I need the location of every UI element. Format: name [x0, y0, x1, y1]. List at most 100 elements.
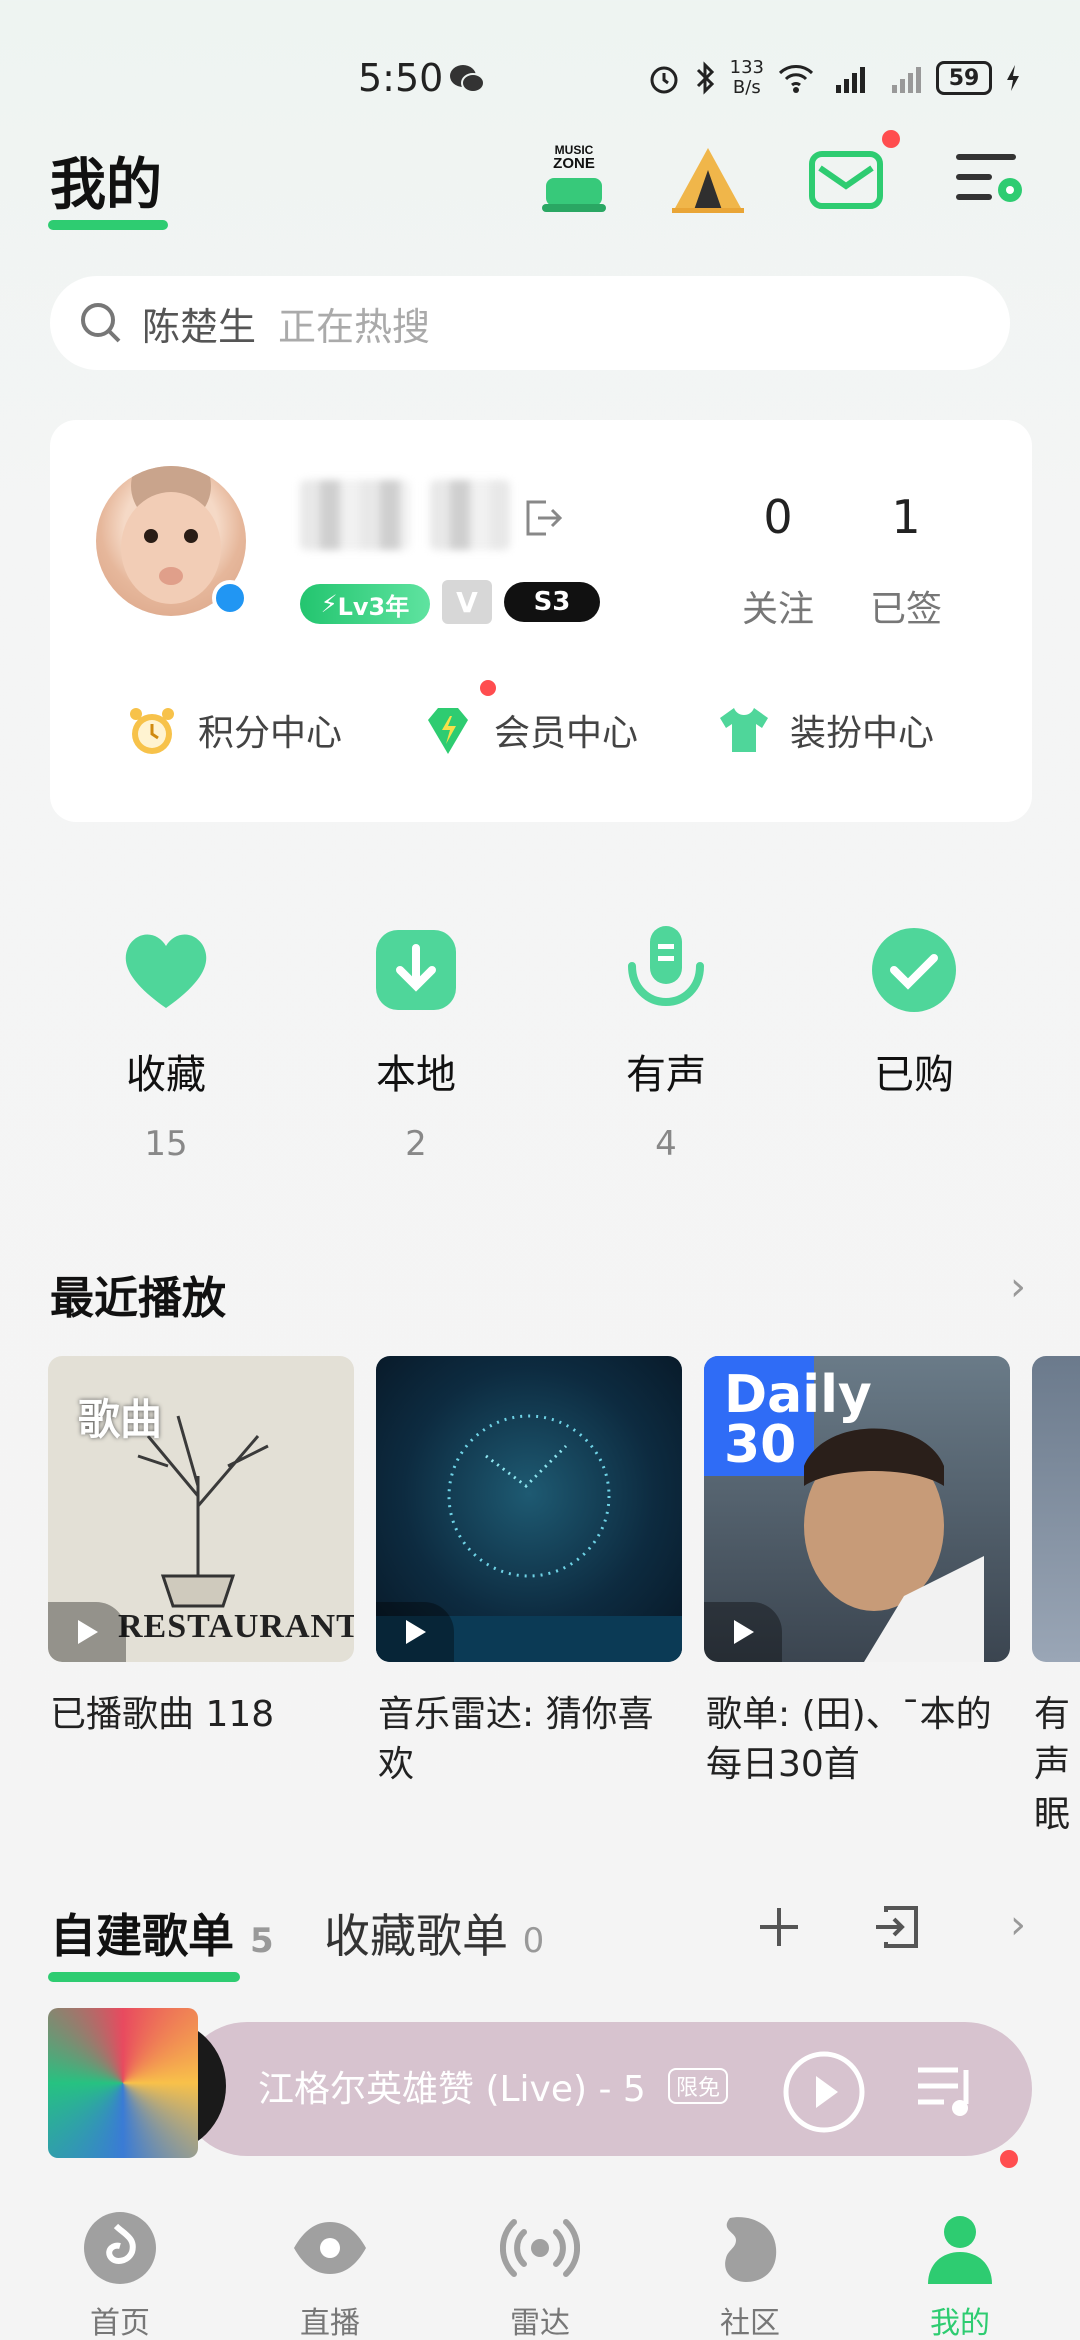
nav-community[interactable]: 社区 — [680, 2208, 820, 2340]
free-tag: 限免 — [668, 2068, 729, 2104]
status-bar: 5:50 133 B/s 59 — [0, 40, 1080, 120]
eye-icon — [294, 2222, 366, 2274]
follow-label[interactable]: 关注 — [718, 580, 838, 632]
community-blob-icon — [725, 2217, 777, 2282]
local-button[interactable]: 本地 2 — [336, 920, 496, 1164]
search-hint: 正在热搜 — [278, 304, 431, 349]
signed-label[interactable]: 已签 — [846, 580, 966, 632]
search-bar[interactable]: 陈楚生 正在热搜 — [50, 276, 1010, 370]
microphone-icon — [628, 926, 704, 1007]
nav-mine-label: 我的 — [930, 2306, 990, 2340]
net-speed: 133 B/s — [730, 58, 764, 98]
play-icon — [406, 1620, 426, 1644]
nav-live[interactable]: 直播 — [260, 2208, 400, 2340]
signal-secondary-icon — [892, 67, 921, 93]
signed-count[interactable]: 1 — [846, 490, 966, 544]
member-center-label: 会员中心 — [494, 713, 639, 754]
play-button[interactable] — [48, 1602, 126, 1662]
search-query: 陈楚生 — [142, 304, 257, 349]
dressup-center-button[interactable]: 装扮中心 — [714, 700, 934, 760]
vip-badge-icon[interactable]: V — [442, 580, 492, 624]
level-badge-text: Lv3年 — [337, 592, 410, 621]
play-button[interactable] — [704, 1602, 782, 1662]
play-button[interactable] — [376, 1602, 454, 1662]
audio-label: 有声 — [626, 1052, 706, 1098]
mini-player-title[interactable]: 江格尔英雄赞 (Live) - 5 — [258, 2060, 658, 2112]
nav-radar-label: 雷达 — [510, 2306, 570, 2340]
audio-count: 4 — [655, 1124, 677, 1164]
tab-collected-playlists[interactable]: 收藏歌单 0 — [324, 1900, 544, 1966]
heart-icon — [125, 934, 207, 1008]
tab-created-playlists[interactable]: 自建歌单 5 — [50, 1900, 274, 1966]
import-playlist-icon[interactable] — [872, 1902, 922, 1952]
recent-more-chevron-icon[interactable]: › — [1010, 1264, 1026, 1310]
download-icon — [376, 930, 456, 1010]
playlists-more-chevron-icon[interactable]: › — [1010, 1902, 1026, 1948]
lightning-icon: ⚡ — [320, 590, 338, 618]
mini-play-button-icon[interactable] — [782, 2050, 866, 2134]
username-blurred — [300, 480, 410, 550]
status-time: 5:50 — [358, 56, 444, 100]
local-label: 本地 — [376, 1052, 456, 1098]
wechat-icon — [450, 65, 485, 93]
alarm-clock-icon — [130, 708, 174, 754]
audio-button[interactable]: 有声 4 — [586, 920, 746, 1164]
play-icon — [734, 1620, 754, 1644]
nav-radar[interactable]: 雷达 — [470, 2208, 610, 2340]
mail-icon[interactable] — [806, 140, 886, 220]
favorites-button[interactable]: 收藏 15 — [86, 920, 246, 1164]
cover-restaurant-text: RESTAURANT — [118, 1608, 354, 1645]
menu-settings-icon[interactable] — [950, 140, 1030, 220]
dressup-center-label: 装扮中心 — [790, 713, 935, 754]
recent-caption-daily30[interactable]: 歌单: (田)、¯本的每日30首 — [706, 1690, 1012, 1790]
music-zone-text-bottom: ZONE — [553, 155, 595, 172]
wifi-icon — [778, 65, 814, 93]
recent-section-title: 最近播放 — [50, 1273, 226, 1324]
points-center-button[interactable]: 积分中心 — [122, 700, 342, 760]
recent-cover-audiobook[interactable] — [1032, 1356, 1080, 1662]
avatar-qq-badge — [212, 580, 248, 616]
mini-player-cover[interactable] — [48, 2008, 198, 2158]
tab-collected-count: 0 — [522, 1921, 545, 1961]
purchased-label: 已购 — [874, 1052, 954, 1098]
tab-created-count: 5 — [250, 1921, 274, 1961]
s3-badge[interactable]: S3 — [504, 582, 600, 622]
page-title: 我的 — [50, 153, 162, 218]
music-zone-icon[interactable]: MUSIC ZONE — [534, 140, 614, 220]
member-center-button[interactable]: 会员中心 — [418, 700, 638, 760]
level-badge[interactable]: ⚡ Lv3年 — [300, 584, 430, 624]
tent-icon[interactable] — [668, 140, 748, 220]
username-blurred-2 — [430, 480, 510, 550]
check-circle-icon — [872, 928, 956, 1012]
points-center-label: 积分中心 — [198, 713, 343, 754]
nav-mine-notification-dot — [1000, 2150, 1018, 2168]
alarm-icon — [650, 66, 678, 94]
add-playlist-icon[interactable] — [756, 1904, 802, 1950]
status-right-group: 133 B/s 59 — [646, 58, 1022, 98]
signal-5g-icon — [836, 67, 865, 93]
recent-cover-radar[interactable] — [376, 1356, 682, 1662]
follow-count[interactable]: 0 — [718, 490, 838, 544]
diamond-icon — [428, 708, 468, 754]
recent-caption-audiobook[interactable]: 有声眠 — [1034, 1690, 1080, 1840]
tab-collected-label: 收藏歌单 — [324, 1909, 508, 1963]
nav-mine[interactable]: 我的 — [890, 2208, 1030, 2340]
bluetooth-icon — [696, 61, 714, 95]
purchased-button[interactable]: 已购 — [834, 920, 994, 1124]
playlist-queue-icon[interactable] — [912, 2058, 978, 2124]
tab-created-label: 自建歌单 — [50, 1909, 234, 1963]
recent-cover-daily30[interactable]: Daily 30 — [704, 1356, 1010, 1662]
recent-cover-songs[interactable]: 歌曲 RESTAURANT — [48, 1356, 354, 1662]
radar-icon — [499, 2219, 581, 2277]
battery-indicator: 59 — [936, 61, 992, 95]
favorites-label: 收藏 — [126, 1052, 206, 1098]
nav-home[interactable]: 首页 — [50, 2208, 190, 2340]
s3-badge-text: S3 — [533, 587, 571, 617]
switch-account-icon[interactable] — [520, 496, 564, 540]
recent-caption-songs[interactable]: 已播歌曲 118 — [50, 1690, 356, 1740]
cover-label-songs: 歌曲 — [78, 1395, 163, 1444]
nav-community-label: 社区 — [720, 2306, 780, 2340]
user-icon — [928, 2216, 992, 2284]
local-count: 2 — [405, 1124, 427, 1164]
recent-caption-radar[interactable]: 音乐雷达: 猜你喜欢 — [378, 1690, 684, 1790]
